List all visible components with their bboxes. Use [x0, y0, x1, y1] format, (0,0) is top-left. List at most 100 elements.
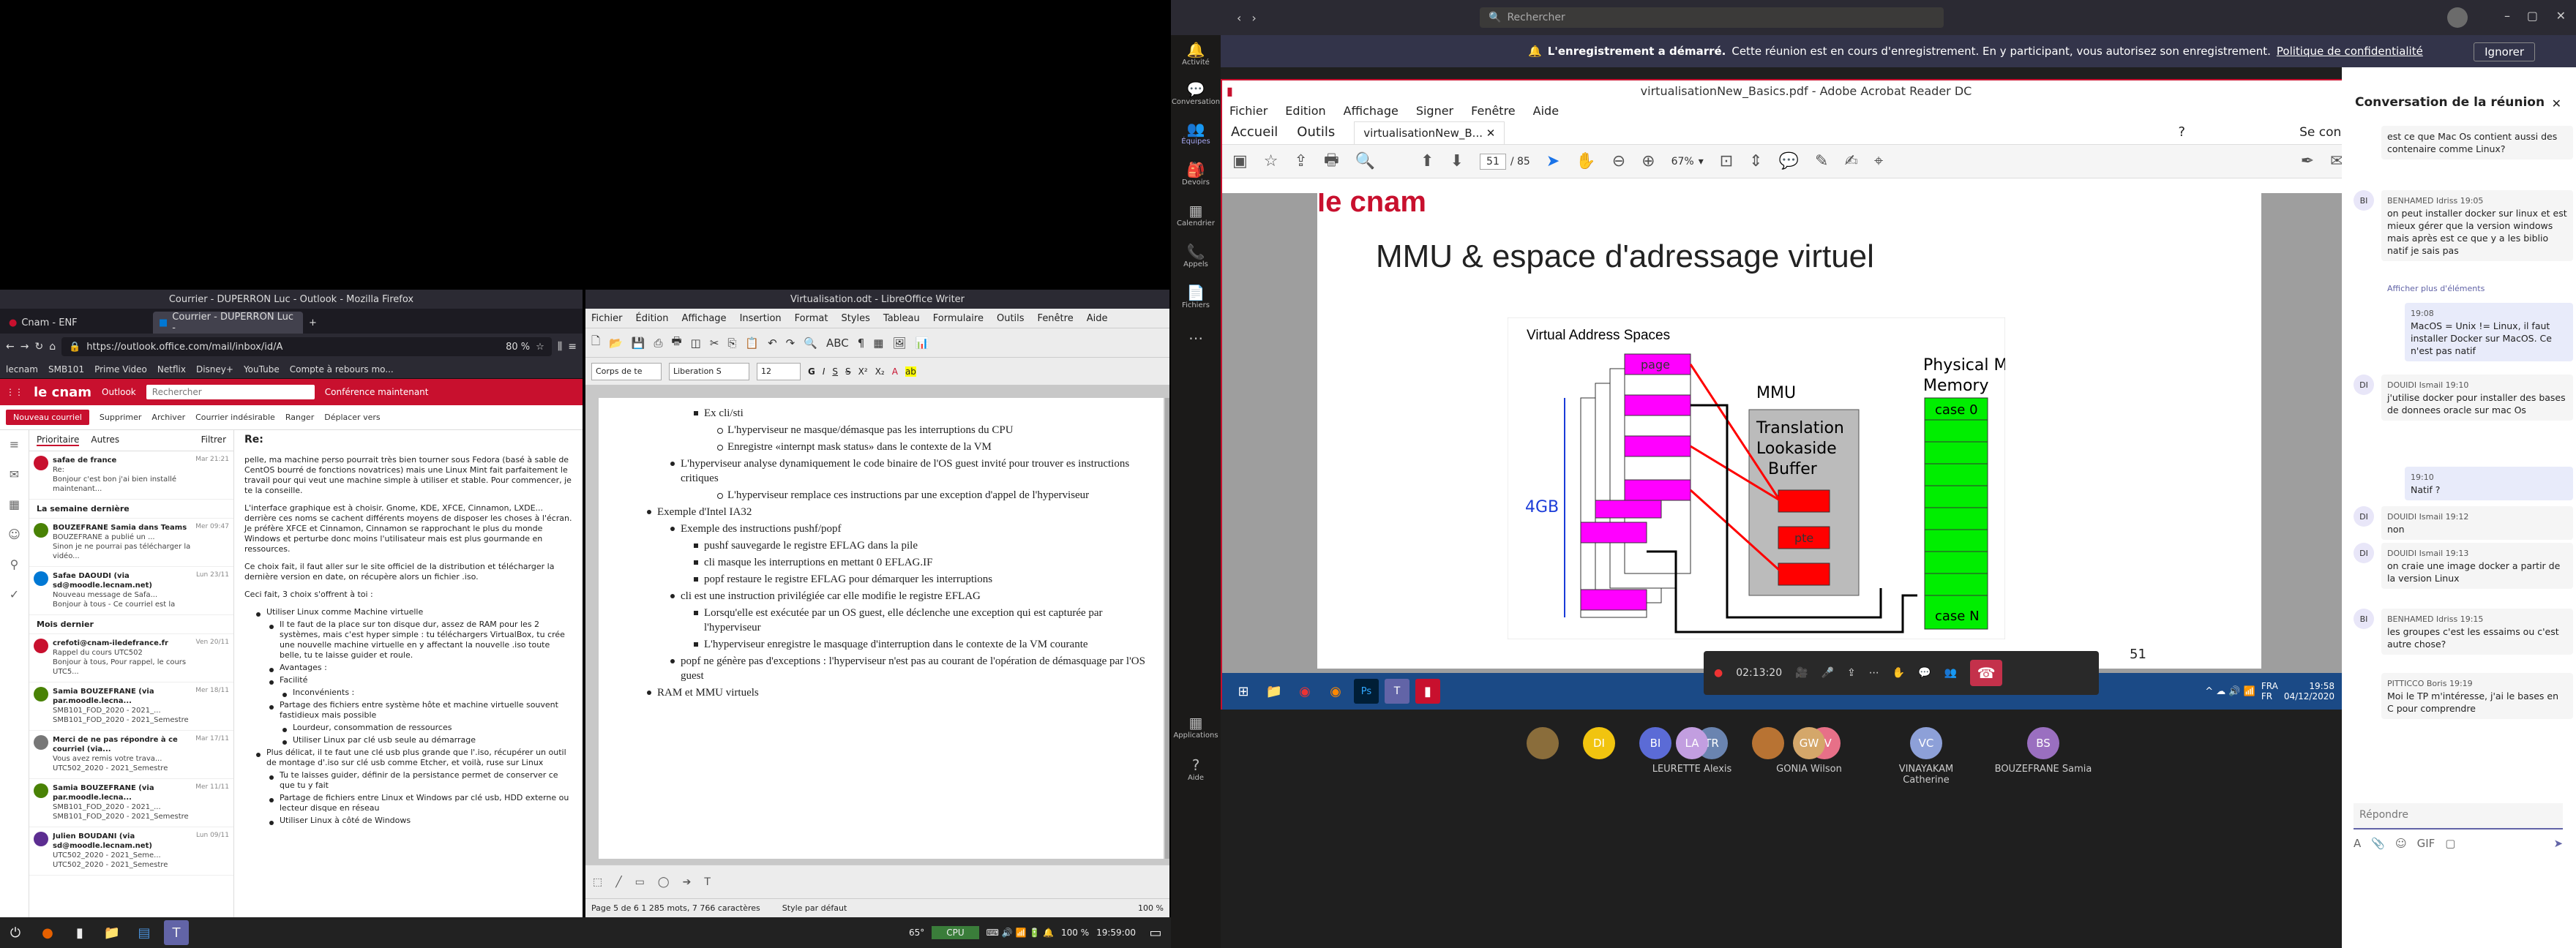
sticker-icon[interactable]: ▢: [2445, 837, 2455, 850]
acrobat-menu-item[interactable]: Fenêtre: [1471, 104, 1516, 118]
mic-icon[interactable]: 🎤: [1821, 667, 1834, 679]
new-tab-button[interactable]: +: [303, 312, 325, 334]
copy-icon[interactable]: ⎘: [727, 336, 736, 350]
preview-icon[interactable]: ◫: [691, 336, 701, 350]
spell-icon[interactable]: ABC: [826, 336, 849, 350]
highlight-icon[interactable]: ab: [905, 366, 916, 377]
tray-icons[interactable]: ⌨ 🔊 📶 🔋 🔔: [986, 928, 1054, 938]
rail-calls[interactable]: 📞 Appels: [1171, 243, 1221, 268]
undo-icon[interactable]: ↶: [768, 336, 777, 350]
bookmark[interactable]: Disney+: [196, 364, 233, 375]
mail-icon[interactable]: ✉: [10, 467, 19, 481]
acrobat-menu-item[interactable]: Fichier: [1229, 104, 1268, 118]
show-desktop-icon[interactable]: ▭: [1143, 920, 1168, 945]
privacy-link[interactable]: Politique de confidentialité: [2277, 45, 2423, 58]
teams-search[interactable]: 🔍 Rechercher: [1480, 7, 1944, 28]
share-screen-icon[interactable]: ⇪: [1847, 667, 1856, 679]
filter-button[interactable]: Filtrer: [201, 434, 226, 446]
bookmark[interactable]: lecnam: [6, 364, 38, 375]
sign-icon[interactable]: ✍: [1844, 152, 1857, 170]
tab-tools[interactable]: Outils: [1297, 124, 1335, 144]
zoom-in-icon[interactable]: ⊕: [1641, 152, 1655, 170]
hang-up-button[interactable]: ☎: [1970, 660, 2003, 686]
size-combo[interactable]: 12: [757, 362, 801, 380]
bookmark[interactable]: YouTube: [244, 364, 280, 375]
page-down-icon[interactable]: ⬇: [1450, 152, 1464, 170]
back-icon[interactable]: ‹: [1237, 11, 1241, 25]
archive-button[interactable]: Archiver: [151, 413, 185, 422]
mail-item[interactable]: Julien BOUDANI (via sd@moodle.lecnam.net…: [29, 827, 233, 876]
new-mail-button[interactable]: Nouveau courriel: [6, 410, 89, 425]
strike-icon[interactable]: S̶: [845, 366, 851, 377]
acrobat-menu-item[interactable]: Affichage: [1344, 104, 1399, 118]
zoom-indicator[interactable]: 67% ▾: [1671, 156, 1704, 168]
upload-icon[interactable]: ⇪: [1295, 152, 1308, 170]
acrobat-menu-item[interactable]: Aide: [1533, 104, 1559, 118]
menu-item[interactable]: Format: [795, 313, 828, 324]
save-icon[interactable]: ▣: [1232, 152, 1248, 170]
url-bar[interactable]: 🔒 https://outlook.office.com/mail/inbox/i…: [61, 337, 552, 356]
redo-icon[interactable]: ↷: [786, 336, 795, 350]
bold-icon[interactable]: G: [808, 366, 815, 377]
rail-help[interactable]: ? Aide: [1171, 756, 1221, 782]
writer-zoom[interactable]: 100 %: [1138, 903, 1164, 913]
menu-item[interactable]: Fichier: [591, 313, 623, 324]
participant[interactable]: BS BOUZEFRANE Samia: [1992, 727, 2094, 775]
line-icon[interactable]: ╱: [615, 876, 621, 888]
print-icon[interactable]: 🖶: [1324, 148, 1339, 176]
mail-item[interactable]: Samia BOUZEFRANE (via par.moodle.lecna..…: [29, 779, 233, 827]
menu-item[interactable]: Outils: [997, 313, 1025, 324]
windows-start-icon[interactable]: ⊞: [1231, 679, 1256, 704]
acrobat-menu-item[interactable]: Signer: [1416, 104, 1453, 118]
tab-cnam[interactable]: ● Cnam - ENF: [3, 312, 153, 334]
menu-icon[interactable]: ≡: [568, 341, 577, 353]
attach-icon[interactable]: 📎: [2371, 837, 2385, 850]
style-combo[interactable]: Corps de te: [591, 362, 662, 380]
home-icon[interactable]: ⌂: [49, 341, 56, 353]
rail-assignments[interactable]: 🎒 Devoirs: [1171, 161, 1221, 187]
fit-icon[interactable]: ⊡: [1720, 152, 1733, 170]
italic-icon[interactable]: I: [823, 366, 825, 377]
menu-item[interactable]: Édition: [636, 313, 669, 324]
minimize-icon[interactable]: –: [2504, 9, 2510, 23]
send-icon[interactable]: ➤: [2553, 837, 2563, 850]
subscript-icon[interactable]: X₂: [875, 366, 885, 377]
menu-item[interactable]: Affichage: [681, 313, 726, 324]
mail-item[interactable]: crefoti@cnam-iledefrance.fr Rappel du cou…: [29, 634, 233, 682]
format-icon[interactable]: A: [2354, 837, 2361, 850]
pen-icon[interactable]: ✎: [1815, 152, 1828, 170]
search-box[interactable]: Rechercher: [146, 385, 315, 399]
table-icon[interactable]: ▦: [873, 336, 883, 350]
fire-app-icon[interactable]: ●: [35, 920, 60, 945]
menu-item[interactable]: Fenêtre: [1038, 313, 1074, 324]
tab-document[interactable]: virtualisationNew_B... ✕: [1354, 121, 1505, 144]
rail-more[interactable]: ⋯: [1171, 329, 1221, 347]
forward-icon[interactable]: →: [20, 341, 29, 353]
tab-focused[interactable]: Prioritaire: [37, 434, 80, 446]
acrobat-menu-item[interactable]: Edition: [1285, 104, 1325, 118]
image-icon[interactable]: 🖼: [892, 336, 906, 350]
scroll-mode-icon[interactable]: ⇕: [1749, 152, 1762, 170]
calendar-icon[interactable]: ▦: [9, 497, 20, 511]
font-combo[interactable]: Liberation S: [669, 362, 749, 380]
gif-icon[interactable]: GIF: [2417, 837, 2435, 850]
find-icon[interactable]: 🔍: [804, 336, 817, 350]
text-icon[interactable]: T: [704, 876, 711, 888]
menu-item[interactable]: Aide: [1087, 313, 1108, 324]
reload-icon[interactable]: ↻: [34, 341, 43, 353]
todo-icon[interactable]: ✓: [10, 587, 19, 601]
chart-icon[interactable]: 📊: [915, 336, 929, 350]
mail-item[interactable]: Samia BOUZEFRANE (via par.moodle.lecna..…: [29, 682, 233, 731]
participant[interactable]: VC VINAYAKAM Catherine: [1875, 727, 1977, 786]
library-icon[interactable]: ⫼: [558, 341, 562, 353]
close-icon[interactable]: ✕: [2552, 97, 2561, 110]
bookmark[interactable]: Compte à rebours mo...: [290, 364, 394, 375]
close-icon[interactable]: ✕: [2556, 9, 2566, 23]
zoom-search-icon[interactable]: 🔍: [1355, 152, 1375, 170]
more-actions-icon[interactable]: ⋯: [1869, 667, 1879, 679]
star-icon[interactable]: ☆: [536, 342, 544, 353]
superscript-icon[interactable]: X²: [858, 366, 868, 377]
mail-item[interactable]: Merci de ne pas répondre à ce courriel (…: [29, 731, 233, 779]
teams-icon[interactable]: T: [1385, 679, 1409, 704]
teams-task-icon[interactable]: T: [164, 920, 189, 945]
